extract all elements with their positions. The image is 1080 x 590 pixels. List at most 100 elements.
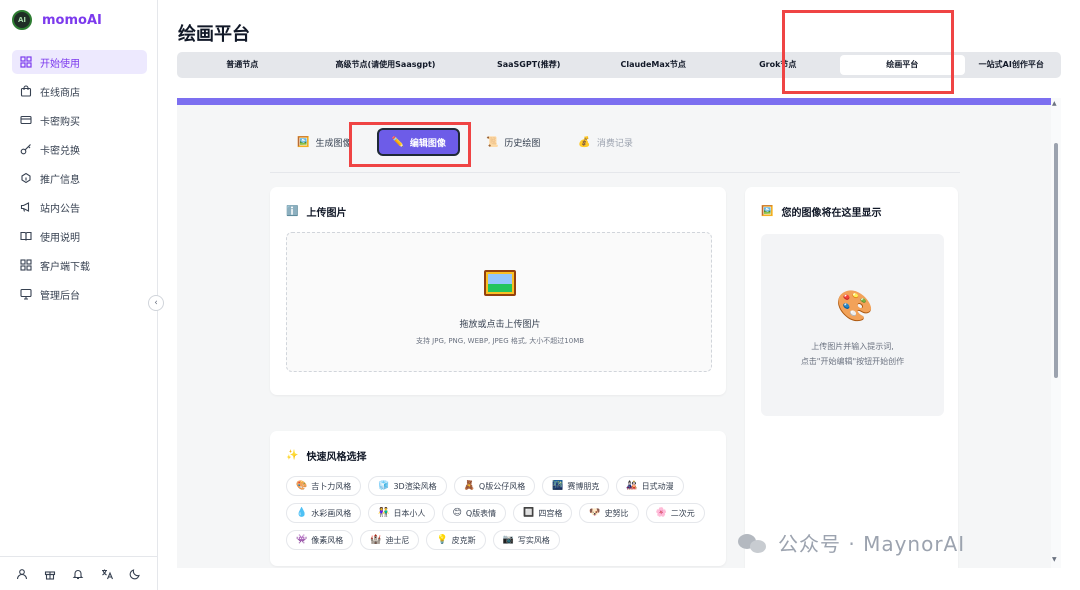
chip-label: 日本小人	[393, 508, 426, 518]
scroll-up-arrow-icon[interactable]: ▲	[1052, 100, 1057, 107]
bell-icon[interactable]	[72, 568, 84, 580]
sidebar-item-guide[interactable]: 使用说明	[12, 224, 147, 248]
style-chip-japanese-figures[interactable]: 👫 日本小人	[368, 503, 436, 523]
style-chip-four-grid[interactable]: 🔲 四宫格	[513, 503, 573, 523]
style-chip-2d[interactable]: 🌸 二次元	[645, 503, 705, 523]
tab-normal-node[interactable]: 普通节点	[180, 55, 305, 75]
money-bag-icon: 💰	[578, 136, 591, 148]
castle-icon: 🏰	[370, 535, 382, 545]
dropzone-text: 拖放或点击上传图片	[459, 320, 541, 330]
sidebar-item-label: 站内公告	[40, 203, 80, 215]
moon-icon[interactable]	[129, 568, 141, 580]
tab-advanced-node[interactable]: 高级节点(请使用Saasgpt)	[305, 55, 467, 75]
result-hint-line2: 点击"开始编辑"按钮开始创作	[800, 357, 905, 366]
megaphone-icon	[20, 202, 30, 212]
style-chip-grid: 🎨 吉卜力风格 🧊 3D渲染风格 🧸 Q版公仔风格 🌃 赛博朋克 🎎 日式动漫 💧 水彩画风…	[286, 476, 716, 550]
style-chip-ghibli[interactable]: 🎨 吉卜力风格	[286, 476, 362, 496]
quick-style-card: ✨ 快速风格选择 🎨 吉卜力风格 🧊 3D渲染风格 🧸 Q版公仔风格 🌃 赛博朋克 🎎 日…	[270, 431, 726, 566]
result-placeholder: 🎨 上传图片并输入提示词, 点击"开始编辑"按钮开始创作	[761, 234, 944, 416]
sidebar-item-label: 推广信息	[40, 174, 80, 186]
sidebar-item-label: 客户端下载	[40, 261, 90, 273]
sparkle-icon: ✨	[286, 450, 299, 461]
sidebar-item-store[interactable]: 在线商店	[12, 79, 147, 103]
highlight-box-top	[782, 10, 954, 94]
style-chip-realistic[interactable]: 📷 写实风格	[492, 530, 560, 550]
page-title: 绘画平台	[178, 24, 250, 45]
chip-label: Q版公仔风格	[478, 481, 526, 491]
sidebar-item-card-redeem[interactable]: 卡密兑换	[12, 137, 147, 161]
dropzone-hint: 支持 JPG, PNG, WEBP, JPEG 格式, 大小不超过10MB	[415, 337, 585, 345]
chip-label: 像素风格	[311, 535, 344, 545]
palette-icon: 🎨	[836, 289, 874, 324]
grid-icon	[20, 56, 32, 68]
square-icon: 🔲	[523, 508, 535, 518]
book-icon	[20, 231, 32, 241]
gift-icon[interactable]	[44, 568, 56, 580]
sidebar-item-label: 卡密兑换	[40, 145, 80, 157]
monitor-icon	[20, 288, 32, 300]
sidebar-item-client-download[interactable]: 客户端下载	[12, 253, 147, 277]
style-chip-cyberpunk[interactable]: 🌃 赛博朋克	[542, 476, 610, 496]
sidebar-item-promotion[interactable]: 推广信息	[12, 166, 147, 190]
result-title: 🖼️ 您的图像将在这里显示	[761, 204, 881, 219]
chip-label: 日式动漫	[641, 481, 674, 491]
upload-title-text: 上传图片	[306, 208, 347, 219]
translate-icon[interactable]	[101, 568, 113, 580]
style-chip-pixar[interactable]: 💡 皮克斯	[426, 530, 486, 550]
picture-icon	[484, 270, 516, 296]
scroll-down-arrow-icon[interactable]: ▼	[1052, 556, 1057, 563]
user-icon[interactable]	[16, 568, 28, 580]
sidebar: AI momoAI 开始使用 在线商店 卡密购买 卡密兑换 推广信息 站内公告	[0, 0, 158, 590]
blossom-icon: 🌸	[655, 508, 667, 518]
image-icon: 🖼️	[761, 206, 774, 217]
city-night-icon: 🌃	[552, 481, 564, 491]
wechat-icon	[738, 531, 770, 555]
sidebar-item-label: 卡密购买	[40, 116, 80, 128]
info-icon: ℹ️	[286, 206, 299, 217]
style-title: ✨ 快速风格选择	[286, 448, 366, 463]
style-chip-pixel[interactable]: 👾 像素风格	[286, 530, 354, 550]
camera-icon: 📷	[502, 535, 514, 545]
download-grid-icon	[20, 259, 32, 271]
tab-saasgpt[interactable]: SaaSGPT(推荐)	[466, 55, 591, 75]
key-icon	[20, 144, 31, 155]
dog-icon: 🐶	[589, 508, 601, 518]
brand[interactable]: AI momoAI	[12, 10, 102, 30]
sidebar-footer	[0, 556, 157, 590]
sidebar-collapse-button[interactable]: ‹	[148, 295, 164, 311]
scroll-thumb[interactable]	[1054, 143, 1058, 378]
result-hint: 上传图片并输入提示词, 点击"开始编辑"按钮开始创作	[761, 339, 944, 369]
upload-dropzone[interactable]: 拖放或点击上传图片 支持 JPG, PNG, WEBP, JPEG 格式, 大小…	[286, 232, 712, 372]
style-chip-disney[interactable]: 🏰 迪士尼	[360, 530, 420, 550]
credit-card-icon	[20, 115, 32, 125]
tab-ai-creation-platform[interactable]: 一站式AI创作平台	[965, 55, 1058, 75]
result-hint-line1: 上传图片并输入提示词,	[811, 342, 894, 351]
chip-label: 史努比	[604, 508, 629, 518]
style-chip-watercolor[interactable]: 💧 水彩画风格	[286, 503, 362, 523]
tab-label: 历史绘图	[504, 138, 541, 149]
scrollbar[interactable]: ▲ ▼	[1051, 98, 1061, 568]
sidebar-item-start[interactable]: 开始使用	[12, 50, 147, 74]
chip-label: 四宫格	[538, 508, 563, 518]
sidebar-item-announcement[interactable]: 站内公告	[12, 195, 147, 219]
chip-label: 皮克斯	[451, 535, 476, 545]
style-chip-anime[interactable]: 🎎 日式动漫	[616, 476, 684, 496]
style-chip-emoji[interactable]: 😊 Q版表情	[442, 503, 507, 523]
smile-icon: 😊	[452, 508, 462, 518]
chip-label: 写实风格	[517, 535, 550, 545]
tab-label: 生成图像	[315, 138, 352, 149]
sidebar-item-card-buy[interactable]: 卡密购买	[12, 108, 147, 132]
style-chip-3d[interactable]: 🧊 3D渲染风格	[368, 476, 447, 496]
watermark: 公众号 · MaynorAI	[738, 528, 965, 557]
sidebar-item-label: 使用说明	[40, 232, 80, 244]
tab-history[interactable]: 📜 历史绘图	[474, 127, 552, 157]
dolls-icon: 🎎	[626, 481, 638, 491]
brand-logo: AI	[12, 10, 32, 30]
tab-consumption-records[interactable]: 💰 消费记录	[566, 127, 644, 157]
style-title-text: 快速风格选择	[306, 452, 367, 463]
style-chip-chibi[interactable]: 🧸 Q版公仔风格	[453, 476, 536, 496]
tab-claudemax-node[interactable]: ClaudeMax节点	[591, 55, 716, 75]
style-chip-snoopy[interactable]: 🐶 史努比	[579, 503, 639, 523]
sidebar-item-admin[interactable]: 管理后台	[12, 282, 147, 306]
main-content: 绘画平台 普通节点 高级节点(请使用Saasgpt) SaaSGPT(推荐) C…	[158, 0, 1080, 590]
